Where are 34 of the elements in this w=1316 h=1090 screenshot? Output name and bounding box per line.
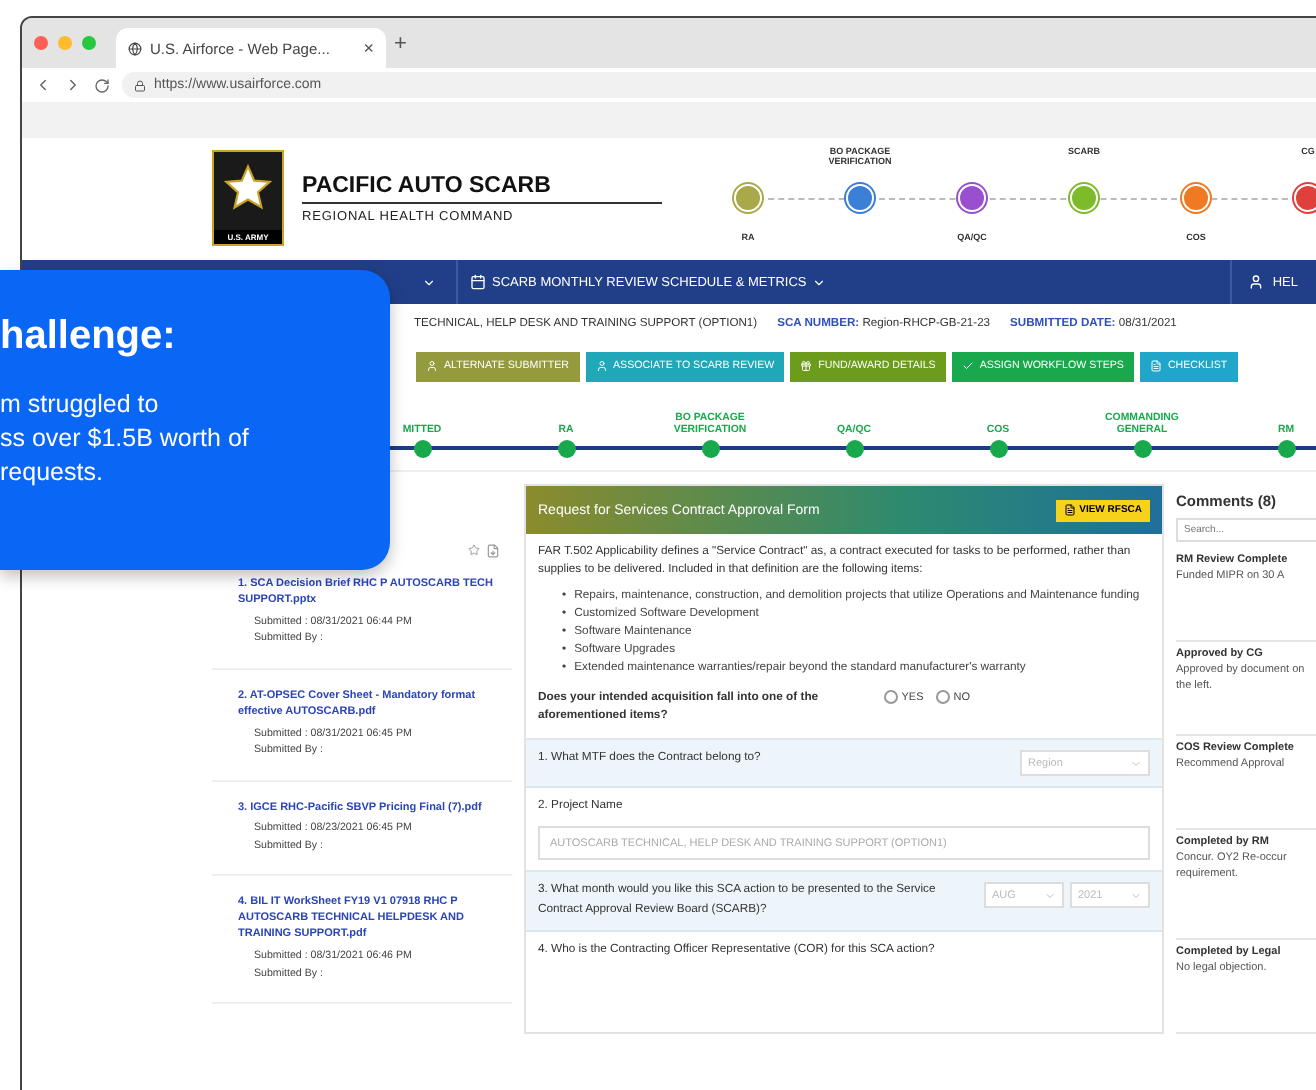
step-dot-icon [557, 440, 575, 458]
caret-icon [1130, 889, 1142, 902]
new-tab-button[interactable]: + [394, 31, 407, 55]
person-icon [595, 360, 607, 372]
forward-icon[interactable] [64, 76, 82, 94]
caret-icon [812, 275, 827, 289]
gift-icon [800, 360, 813, 372]
person-icon [1248, 274, 1265, 290]
back-icon[interactable] [34, 76, 52, 94]
document-icon [1063, 504, 1076, 516]
step-dot-icon [1277, 440, 1295, 458]
star-icon[interactable] [468, 544, 480, 556]
step-dot-icon [413, 440, 431, 458]
caret-icon [1130, 757, 1142, 769]
step-dot-icon [989, 440, 1007, 458]
step-dot-icon [1133, 440, 1151, 458]
calendar-icon [470, 274, 486, 290]
minimize-dot-icon[interactable] [58, 36, 72, 50]
close-dot-icon[interactable] [34, 36, 48, 50]
caret-icon [422, 275, 436, 289]
maximize-dot-icon[interactable] [82, 36, 96, 50]
callout-text: m struggled to ss over $1.5B worth of requests. [0, 388, 251, 490]
file-icon[interactable] [486, 544, 500, 558]
tab-close-button[interactable]: × [363, 38, 374, 58]
caret-icon [1044, 889, 1056, 902]
document-icon [1149, 360, 1162, 372]
reload-icon[interactable] [94, 77, 110, 93]
step-dot-icon [701, 440, 719, 458]
globe-icon [128, 41, 142, 55]
person-icon [426, 360, 438, 372]
app-title: PACIFIC AUTO SCARB [302, 173, 662, 203]
check-icon [961, 360, 974, 372]
step-dot-icon [845, 440, 863, 458]
callout-title: hallenge: [0, 314, 178, 360]
